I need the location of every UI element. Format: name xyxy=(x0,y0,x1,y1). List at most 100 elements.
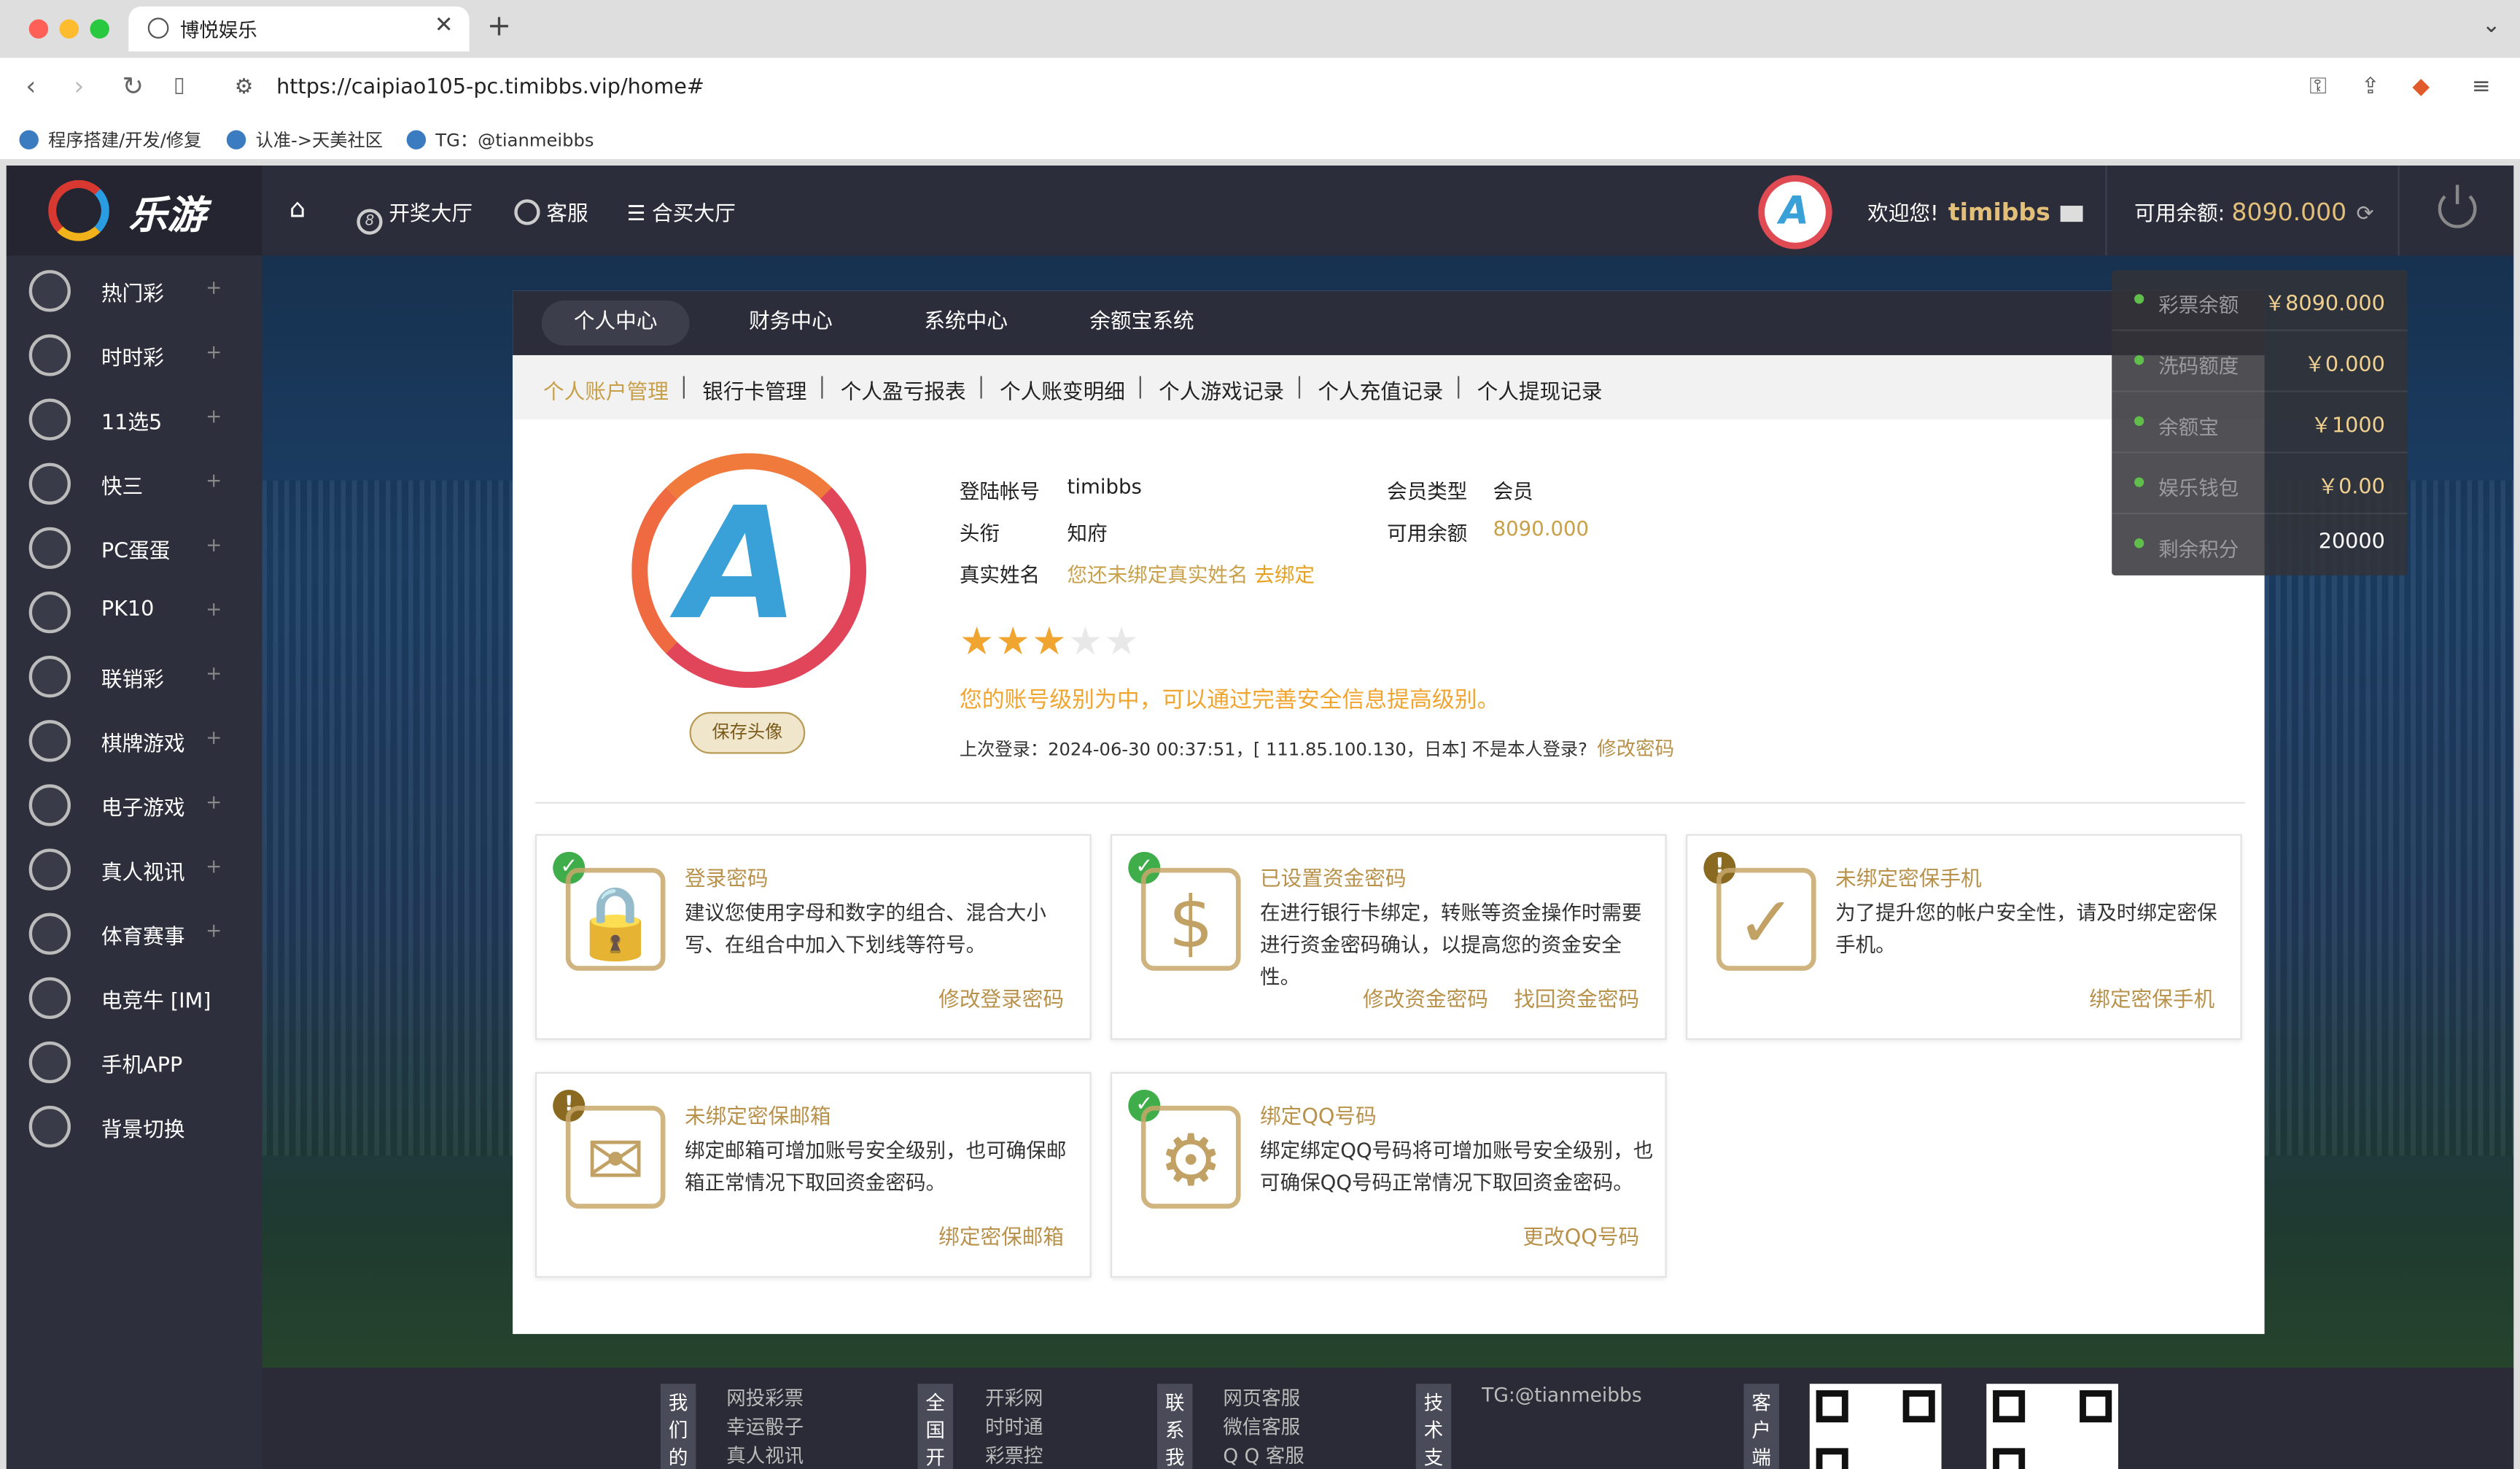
address-bar[interactable]: ⚙ https://caipiao105-pc.timibbs.vip/home… xyxy=(218,64,2453,113)
forward-icon[interactable]: › xyxy=(74,71,84,101)
zoom-window-button[interactable] xyxy=(90,19,109,39)
card-action-link[interactable]: 修改资金密码 xyxy=(1363,982,1488,1012)
footer-link[interactable]: Q Q 客服 xyxy=(1223,1442,1304,1469)
tab-title: 博悦娱乐 xyxy=(179,19,257,42)
logo-ring-icon xyxy=(48,179,109,241)
expand-plus-icon[interactable]: + xyxy=(206,662,222,685)
sidebar-item[interactable]: 时时彩 + xyxy=(7,323,262,387)
footer-link[interactable]: 网页客服 xyxy=(1223,1384,1304,1413)
minimize-window-button[interactable] xyxy=(59,19,79,39)
expand-plus-icon[interactable]: + xyxy=(206,469,222,492)
tab-list-chevron-icon[interactable]: ⌄ xyxy=(2482,13,2501,39)
subnav-game-records[interactable]: 个人游戏记录 xyxy=(1159,374,1284,405)
bookmark-icon[interactable]: ▯ xyxy=(174,74,185,98)
card-action-link[interactable]: 找回资金密码 xyxy=(1514,982,1639,1012)
footer-link[interactable]: 真人视讯 xyxy=(726,1442,804,1469)
subnav-account[interactable]: 个人账户管理 xyxy=(543,374,669,405)
sidebar-item[interactable]: 热门彩 + xyxy=(7,259,262,323)
expand-plus-icon[interactable]: + xyxy=(206,276,222,299)
expand-plus-icon[interactable]: + xyxy=(206,855,222,877)
bind-realname-link[interactable]: 去绑定 xyxy=(1254,562,1315,586)
sidebar-item[interactable]: 手机APP xyxy=(7,1030,262,1094)
card-title: 未绑定密保手机 xyxy=(1835,867,1982,892)
app: 乐游 ⌂ 8 开奖大厅 客服 ☰ 合买大厅 A 欢迎您! timibbs 可用余额: … xyxy=(6,165,2514,1469)
sidebar-item-label: PK10 xyxy=(101,597,155,622)
sidebar-item[interactable]: 背景切换 xyxy=(7,1095,262,1159)
refresh-icon[interactable]: ⟳ xyxy=(2356,203,2373,227)
footer-link[interactable]: 时时通 xyxy=(985,1413,1043,1442)
sidebar-item[interactable]: 电子游戏 + xyxy=(7,773,262,837)
sidebar-item[interactable]: 真人视讯 + xyxy=(7,837,262,902)
browser-tab[interactable]: 博悦娱乐 ✕ xyxy=(128,6,470,52)
subnav-recharge-records[interactable]: 个人充值记录 xyxy=(1318,374,1443,405)
save-avatar-button[interactable]: 保存头像 xyxy=(689,712,806,754)
status-dot-icon xyxy=(2134,477,2144,487)
bookmark-item[interactable]: TG：@tianmeibbs xyxy=(406,127,594,152)
expand-plus-icon[interactable]: + xyxy=(206,919,222,942)
subnav-withdraw-records[interactable]: 个人提现记录 xyxy=(1477,374,1603,405)
divider xyxy=(1139,376,1141,399)
logo-text: 乐游 xyxy=(128,193,206,239)
balance[interactable]: 可用余额: 8090.000 ⟳ xyxy=(2134,196,2373,227)
expand-plus-icon[interactable]: + xyxy=(206,534,222,557)
nav-lottery-hall[interactable]: 8 开奖大厅 xyxy=(357,196,472,235)
sidebar-item[interactable]: 体育赛事 + xyxy=(7,902,262,966)
logo[interactable]: 乐游 xyxy=(6,165,262,256)
logout-power-icon[interactable] xyxy=(2438,185,2477,228)
footer-link[interactable]: 幸运骰子 xyxy=(726,1413,804,1442)
available-value: 8090.000 xyxy=(1493,516,1590,540)
site-settings-icon[interactable]: ⚙ xyxy=(235,76,254,100)
subnav-account-changes[interactable]: 个人账变明细 xyxy=(1000,374,1125,405)
footer-link[interactable]: 彩票控 xyxy=(985,1442,1043,1469)
mail-icon[interactable] xyxy=(2060,206,2082,222)
footer-link[interactable]: TG:@tianmeibbs xyxy=(1482,1384,1641,1406)
bookmark-item[interactable]: 程序搭建/开发/修复 xyxy=(19,127,201,152)
card-action-link[interactable]: 修改登录密码 xyxy=(938,982,1064,1012)
sidebar-item[interactable]: 联销彩 + xyxy=(7,645,262,709)
sidebar-item[interactable]: 棋牌游戏 + xyxy=(7,709,262,773)
back-icon[interactable]: ‹ xyxy=(26,71,36,101)
tab-system-center[interactable]: 系统中心 xyxy=(892,301,1040,346)
share-icon[interactable]: ⇪ xyxy=(2361,74,2380,99)
sidebar-item[interactable]: PK10 + xyxy=(7,580,262,644)
user-avatar[interactable]: A xyxy=(1758,175,1832,249)
username[interactable]: timibbs xyxy=(1948,198,2050,227)
card-action-link[interactable]: 绑定密保邮箱 xyxy=(938,1220,1064,1250)
expand-plus-icon[interactable]: + xyxy=(206,341,222,363)
balance-row-value: 20000 xyxy=(2318,530,2385,555)
subnav-profit-report[interactable]: 个人盈亏报表 xyxy=(841,374,966,405)
brave-shield-icon[interactable]: ◆ xyxy=(2412,74,2430,99)
expand-plus-icon[interactable]: + xyxy=(206,791,222,813)
sidebar-item[interactable]: PC蛋蛋 + xyxy=(7,516,262,580)
tab-yuebao[interactable]: 余额宝系统 xyxy=(1057,301,1226,346)
card-action-link[interactable]: 更改QQ号码 xyxy=(1522,1220,1639,1250)
tab-finance-center[interactable]: 财务中心 xyxy=(717,301,865,346)
card-action-link[interactable]: 绑定密保手机 xyxy=(2089,982,2214,1012)
subnav-bank-card[interactable]: 银行卡管理 xyxy=(702,374,806,405)
security-card: ✓ 🔒 登录密码 建议您使用字母和数字的组合、混合大小写、在组合中加入下划线等符号。修… xyxy=(534,834,1092,1040)
footer-link[interactable]: 开彩网 xyxy=(985,1384,1043,1413)
expand-plus-icon[interactable]: + xyxy=(206,726,222,749)
sidebar-item[interactable]: 11选5 + xyxy=(7,387,262,451)
menu-icon[interactable]: ≡ xyxy=(2472,74,2491,99)
footer-link[interactable]: 网投彩票 xyxy=(726,1384,804,1413)
reload-icon[interactable]: ↻ xyxy=(122,71,144,101)
footer-link[interactable]: 微信客服 xyxy=(1223,1413,1304,1442)
expand-plus-icon[interactable]: + xyxy=(206,598,222,621)
key-icon[interactable]: ⚿ xyxy=(2309,74,2326,99)
sidebar-item[interactable]: 电竞牛 [IM] xyxy=(7,966,262,1030)
tab-personal-center[interactable]: 个人中心 xyxy=(541,301,690,346)
home-icon[interactable]: ⌂ xyxy=(289,193,306,223)
close-window-button[interactable] xyxy=(28,19,49,39)
nav-group-buy[interactable]: ☰ 合买大厅 xyxy=(627,196,736,227)
expand-plus-icon[interactable]: + xyxy=(206,405,222,427)
nav-customer-service[interactable]: 客服 xyxy=(514,196,588,227)
close-tab-icon[interactable]: ✕ xyxy=(435,13,454,39)
new-tab-button[interactable]: + xyxy=(487,9,511,43)
category-icon xyxy=(28,591,71,634)
balance-row-label: 剩余积分 xyxy=(2158,536,2239,562)
change-password-link[interactable]: 修改密码 xyxy=(1597,737,1674,760)
sidebar-item[interactable]: 快三 + xyxy=(7,451,262,516)
footer-col-head: 我们的 xyxy=(660,1384,696,1469)
bookmark-item[interactable]: 认准->天美社区 xyxy=(226,127,383,152)
